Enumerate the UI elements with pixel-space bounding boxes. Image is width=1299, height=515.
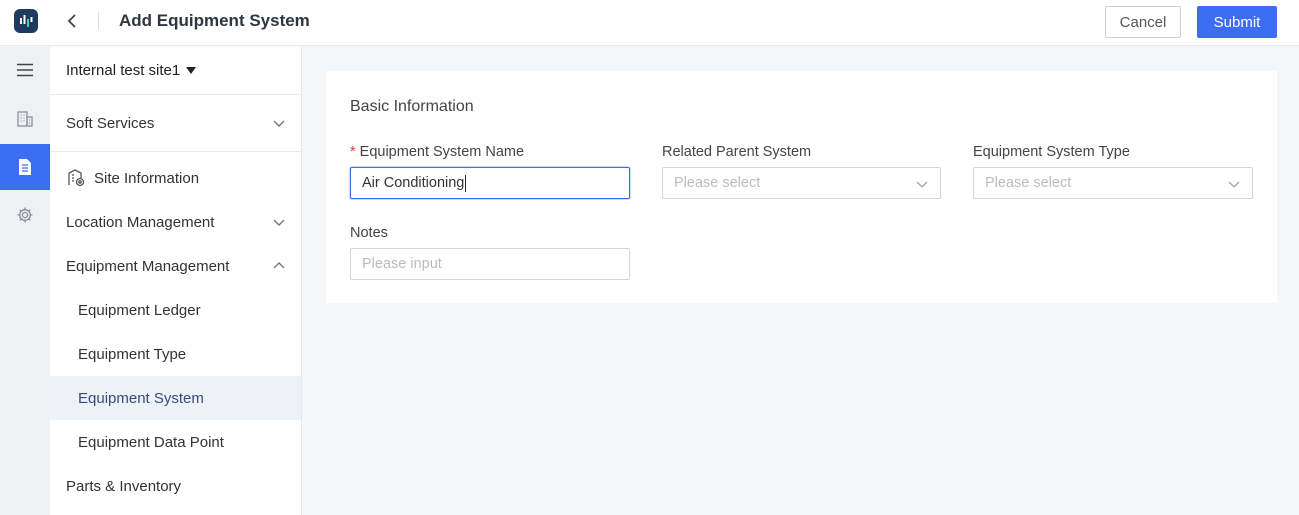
sidebar-item-equipment-system[interactable]: Equipment System xyxy=(50,376,301,420)
notes-placeholder: Please input xyxy=(362,256,442,272)
menu-icon[interactable] xyxy=(0,47,50,93)
equipment-system-type-select[interactable]: Please select xyxy=(973,167,1253,199)
sidebar-item-label: Equipment Management xyxy=(66,257,230,275)
chevron-down-icon xyxy=(273,219,285,226)
text-cursor xyxy=(465,174,467,192)
sidebar-item-label: Equipment Data Point xyxy=(78,433,224,451)
equipment-system-name-input[interactable]: Air Conditioning xyxy=(350,167,630,199)
cancel-button[interactable]: Cancel xyxy=(1105,6,1181,38)
icon-rail xyxy=(0,47,50,515)
notes-input[interactable]: Please input xyxy=(350,248,630,280)
site-document-icon[interactable] xyxy=(0,144,50,190)
page-title: Add Equipment System xyxy=(119,11,310,30)
name-field-label: * Equipment System Name xyxy=(350,144,525,160)
settings-gear-icon[interactable] xyxy=(0,192,50,238)
related-parent-system-select[interactable]: Please select xyxy=(662,167,941,199)
chevron-up-icon xyxy=(273,262,285,269)
name-input-value: Air Conditioning xyxy=(362,175,465,191)
notes-label: Notes xyxy=(350,225,388,241)
app-logo[interactable] xyxy=(14,9,38,33)
required-mark: * xyxy=(350,144,356,160)
sidebar-item-parts-inventory[interactable]: Parts & Inventory xyxy=(50,464,301,508)
sidebar-item-equipment-management[interactable]: Equipment Management xyxy=(50,244,301,288)
sidebar-item-label: Equipment System xyxy=(78,389,204,407)
building-icon[interactable] xyxy=(0,96,50,142)
chevron-down-icon xyxy=(273,120,285,127)
system-type-label: Equipment System Type xyxy=(973,144,1130,160)
chevron-down-icon xyxy=(1228,181,1240,188)
sidebar-item-label: Site Information xyxy=(94,169,200,187)
sidebar-item-equipment-ledger[interactable]: Equipment Ledger xyxy=(50,288,301,332)
site-selector[interactable]: Internal test site1 xyxy=(50,47,301,95)
section-title: Basic Information xyxy=(350,98,474,115)
sidebar-item-label: Location Management xyxy=(66,213,215,231)
parent-select-placeholder: Please select xyxy=(674,175,761,191)
sidebar-item-location-management[interactable]: Location Management xyxy=(50,200,301,244)
basic-information-card: Basic Information * Equipment System Name… xyxy=(326,71,1277,303)
parent-system-label: Related Parent System xyxy=(662,144,812,160)
sidebar-item-equipment-type[interactable]: Equipment Type xyxy=(50,332,301,376)
sidebar: Internal test site1 Soft Services Site I… xyxy=(50,47,302,515)
header-divider xyxy=(98,12,99,30)
back-arrow-icon[interactable] xyxy=(62,10,82,32)
sidebar-item-label: Parts & Inventory xyxy=(66,477,182,495)
sidebar-item-label: Equipment Type xyxy=(78,345,187,363)
sidebar-item-label: Equipment Ledger xyxy=(78,301,201,319)
sidebar-item-equipment-data-point[interactable]: Equipment Data Point xyxy=(50,420,301,464)
site-info-icon xyxy=(66,168,86,188)
site-name: Internal test site1 xyxy=(66,62,181,79)
submit-button[interactable]: Submit xyxy=(1197,6,1277,38)
type-select-placeholder: Please select xyxy=(985,175,1072,191)
sidebar-item-soft-services[interactable]: Soft Services xyxy=(50,95,301,152)
chevron-down-icon xyxy=(916,181,928,188)
caret-down-icon xyxy=(186,67,197,74)
top-bar: Add Equipment System Cancel Submit xyxy=(0,0,1299,46)
sidebar-item-site-information[interactable]: Site Information xyxy=(50,156,301,200)
sidebar-item-label: Soft Services xyxy=(66,114,155,132)
